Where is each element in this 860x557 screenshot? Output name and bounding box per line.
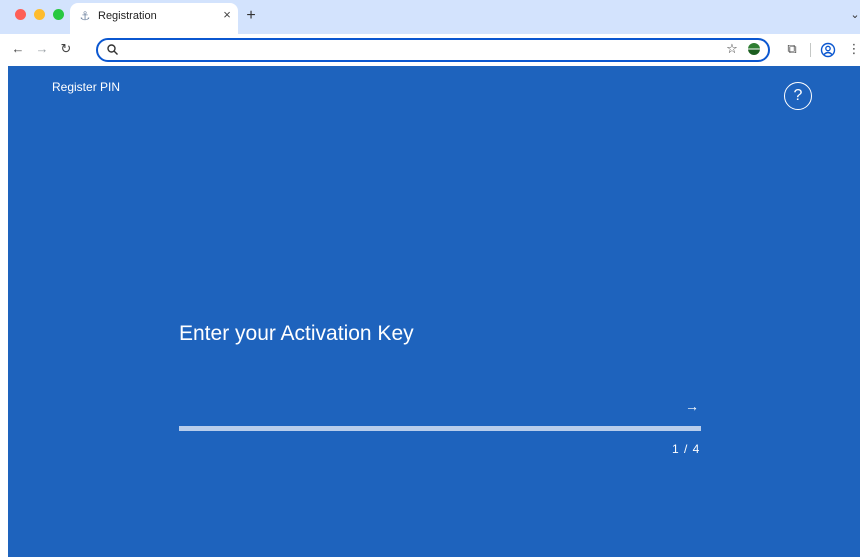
extension-icon[interactable] (748, 43, 760, 55)
tab-registration[interactable]: ⚓ Registration × (70, 3, 238, 34)
address-input[interactable] (122, 42, 726, 60)
anchor-icon: ⚓ (79, 9, 91, 23)
reload-button[interactable]: ↻ (58, 41, 74, 57)
minimize-window-button[interactable] (34, 9, 45, 20)
tab-search-button[interactable]: ⌄ (848, 8, 860, 22)
search-icon (107, 44, 118, 55)
profile-icon[interactable] (820, 42, 836, 58)
activation-key-heading: Enter your Activation Key (179, 322, 414, 345)
extensions-puzzle-icon[interactable]: ⧉ (784, 41, 800, 57)
menu-icon[interactable]: ⋮ (846, 41, 860, 57)
forward-button[interactable]: → (34, 41, 50, 57)
help-button[interactable]: ? (784, 82, 812, 110)
new-tab-button[interactable]: + (242, 7, 260, 25)
tab-close-button[interactable]: × (220, 8, 234, 22)
page-title: Register PIN (52, 80, 121, 94)
toolbar-divider (810, 43, 811, 57)
input-underline-fill (179, 426, 701, 431)
back-button[interactable]: ← (10, 41, 26, 57)
address-bar[interactable]: ☆ (96, 38, 770, 62)
maximize-window-button[interactable] (53, 9, 64, 20)
registration-page: Register PIN ? Enter your Activation Key… (8, 66, 860, 557)
step-counter: 1 / 4 (672, 442, 701, 456)
tab-title: Registration (98, 10, 157, 22)
input-underline (179, 426, 701, 431)
browser-toolbar: ← → ↻ ☆ ⧉ ⋮ (0, 34, 860, 66)
bookmark-star-icon[interactable]: ☆ (724, 41, 740, 57)
browser-window: ⚓ Registration × + ⌄ ← → ↻ ☆ ⧉ ⋮ Registe… (0, 0, 860, 557)
next-arrow-button[interactable]: → (682, 396, 702, 416)
activation-key-input[interactable] (179, 392, 677, 424)
close-window-button[interactable] (15, 9, 26, 20)
tab-strip: ⚓ Registration × + ⌄ (0, 0, 860, 34)
